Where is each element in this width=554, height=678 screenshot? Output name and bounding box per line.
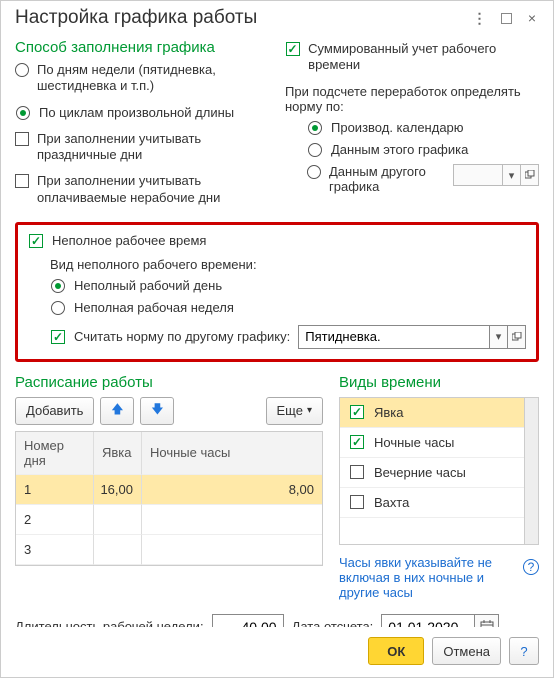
check-parttime[interactable]: Неполное рабочее время [28, 233, 526, 249]
other-schedule-input[interactable] [453, 164, 503, 186]
maximize-icon[interactable] [495, 7, 517, 29]
norm-other-input[interactable] [298, 325, 490, 349]
radio-label: Неполная рабочая неделя [74, 300, 234, 316]
section-schedule: Расписание работы [15, 374, 323, 391]
radio-label: Данным этого графика [331, 142, 468, 158]
start-date-input[interactable] [381, 614, 475, 628]
other-schedule-picker[interactable]: ▾ [453, 164, 539, 186]
time-types-list[interactable]: Явка Ночные часы Вечерние часы Вахта [339, 397, 539, 545]
list-item[interactable]: Вахта [340, 488, 538, 518]
cancel-button[interactable]: Отмена [432, 637, 501, 665]
ok-button[interactable]: ОК [368, 637, 424, 665]
start-date-label: Дата отсчета: [292, 619, 374, 627]
footer: ОК Отмена ? [1, 627, 553, 677]
checkbox-icon [350, 405, 364, 419]
parttime-group: Неполное рабочее время Вид неполного раб… [15, 222, 539, 362]
list-item[interactable]: Явка [340, 398, 538, 428]
checkbox-icon [29, 234, 43, 248]
checkbox-icon [350, 495, 364, 509]
checkbox-icon [15, 174, 29, 188]
list-item[interactable]: Вечерние часы [340, 458, 538, 488]
radio-part-week[interactable]: Неполная рабочая неделя [50, 300, 526, 316]
radio-icon [51, 279, 65, 293]
radio-label: Данным другого графика [329, 164, 447, 194]
arrow-up-icon: 🡅 [111, 400, 123, 421]
check-label: Неполное рабочее время [52, 233, 206, 249]
close-icon[interactable]: × [521, 7, 543, 29]
radio-label: По дням недели (пятидневка, шестидневка … [37, 62, 269, 95]
table-row[interactable]: 1 16,00 8,00 [16, 475, 322, 505]
radio-label: Производ. календарю [331, 120, 464, 136]
dialog: Настройка графика работы ⋮ × Способ запо… [0, 0, 554, 678]
norm-other-combo[interactable]: ▾ [298, 325, 526, 349]
dropdown-icon[interactable]: ▾ [503, 164, 521, 186]
week-length-input[interactable] [212, 614, 284, 628]
radio-by-weekdays[interactable]: По дням недели (пятидневка, шестидневка … [15, 62, 269, 95]
check-label: Суммированный учет рабочего времени [308, 41, 539, 74]
kebab-icon[interactable]: ⋮ [469, 7, 491, 29]
checkbox-icon [350, 465, 364, 479]
open-icon[interactable] [508, 325, 526, 349]
col-day: Номер дня [16, 432, 94, 475]
help-icon[interactable]: ? [523, 559, 539, 575]
arrow-down-icon: 🡇 [151, 400, 163, 421]
parttime-kind-label: Вид неполного рабочего времени: [50, 257, 526, 272]
open-icon[interactable] [521, 164, 539, 186]
content: Способ заполнения графика По дням недели… [1, 31, 553, 627]
checkbox-icon [51, 330, 65, 344]
check-label: При заполнении учитывать оплачиваемые не… [37, 173, 269, 206]
scrollbar[interactable] [524, 398, 538, 544]
radio-by-cycles[interactable]: По циклам произвольной длины [15, 105, 269, 121]
check-account-holidays[interactable]: При заполнении учитывать праздничные дни [15, 131, 269, 164]
radio-norm-calendar[interactable]: Производ. календарю [307, 120, 539, 136]
radio-icon [308, 121, 322, 135]
checkbox-icon [15, 132, 29, 146]
radio-icon [51, 301, 65, 315]
checkbox-icon [350, 435, 364, 449]
chevron-down-icon: ▾ [307, 405, 312, 416]
move-down-button[interactable]: 🡇 [140, 397, 174, 425]
check-label: Считать норму по другому графику: [74, 329, 290, 344]
norm-label: При подсчете переработок определять норм… [285, 84, 539, 114]
check-summarized[interactable]: Суммированный учет рабочего времени [285, 41, 539, 74]
window-title: Настройка графика работы [15, 7, 465, 29]
schedule-table[interactable]: Номер дня Явка Ночные часы 1 16,00 8,00 … [15, 431, 323, 566]
radio-icon [15, 63, 29, 77]
titlebar: Настройка графика работы ⋮ × [1, 1, 553, 31]
move-up-button[interactable]: 🡅 [100, 397, 134, 425]
list-item[interactable]: Ночные часы [340, 428, 538, 458]
hint: Часы явки указывайте не включая в них но… [339, 555, 539, 600]
dropdown-icon[interactable]: ▾ [490, 325, 508, 349]
week-length-label: Длительность рабочей недели: [15, 619, 204, 627]
radio-label: По циклам произвольной длины [39, 105, 234, 121]
radio-part-day[interactable]: Неполный рабочий день [50, 278, 526, 294]
radio-label: Неполный рабочий день [74, 278, 222, 294]
radio-icon [307, 165, 321, 179]
help-button[interactable]: ? [509, 637, 539, 665]
checkbox-icon [286, 42, 300, 56]
schedule-toolbar: Добавить 🡅 🡇 Еще▾ [15, 397, 323, 425]
radio-icon [16, 106, 30, 120]
table-row[interactable]: 2 [16, 505, 322, 535]
col-night: Ночные часы [142, 432, 322, 475]
check-label: При заполнении учитывать праздничные дни [37, 131, 269, 164]
calendar-icon[interactable] [475, 614, 499, 628]
section-time-types: Виды времени [339, 374, 539, 391]
section-fill-method: Способ заполнения графика [15, 39, 269, 56]
col-att: Явка [94, 432, 142, 475]
radio-icon [308, 143, 322, 157]
check-account-paid-nonwork[interactable]: При заполнении учитывать оплачиваемые не… [15, 173, 269, 206]
add-button[interactable]: Добавить [15, 397, 94, 425]
more-button[interactable]: Еще▾ [266, 397, 323, 425]
radio-norm-this-schedule[interactable]: Данным этого графика [307, 142, 539, 158]
table-row[interactable]: 3 [16, 535, 322, 565]
